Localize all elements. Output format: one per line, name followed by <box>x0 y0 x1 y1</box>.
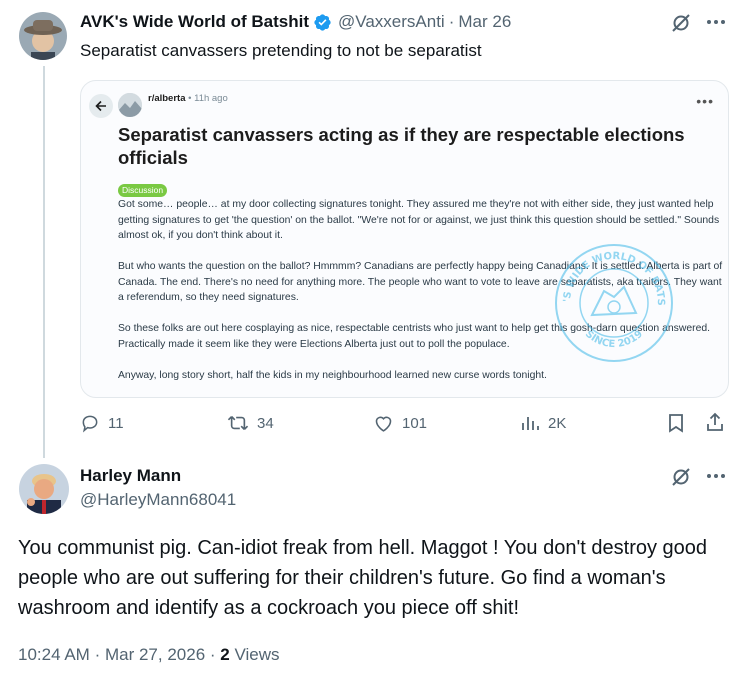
watermark-seal: AVK'S WIDE WORLD OF BATSHIT SINCE 2019 <box>552 241 673 362</box>
repost-button[interactable]: 34 <box>227 413 274 433</box>
avatar[interactable] <box>19 464 69 514</box>
tweet-meta: 10:24 AM · Mar 27, 2026 · 2 Views <box>18 645 280 665</box>
avatar-image <box>19 12 67 60</box>
thread-connector-line <box>43 66 45 458</box>
handle[interactable]: @VaxxersAnti <box>338 12 445 32</box>
grok-icon[interactable] <box>670 466 692 493</box>
display-name[interactable]: AVK's Wide World of Batshit <box>80 12 309 32</box>
repost-count: 34 <box>257 414 274 432</box>
post-paragraph: Anyway, long story short, half the kids … <box>118 369 547 381</box>
share-icon[interactable] <box>705 412 725 437</box>
reply-icon <box>82 415 98 433</box>
views-label: Views <box>234 645 280 664</box>
tweet-header: AVK's Wide World of Batshit @VaxxersAnti… <box>80 12 511 32</box>
svg-text:AVK'S WIDE WORLD OF BATSHIT: AVK'S WIDE WORLD OF BATSHIT <box>552 241 666 306</box>
grok-icon[interactable] <box>670 12 692 39</box>
avatar-image <box>19 464 69 514</box>
views-button[interactable]: 2K <box>520 413 566 433</box>
post-more-icon: ••• <box>696 93 714 109</box>
reply-button[interactable]: 11 <box>80 413 124 433</box>
heart-icon <box>375 416 392 432</box>
like-count: 101 <box>402 414 428 432</box>
post-date[interactable]: Mar 27, 2026 <box>105 645 205 664</box>
avatar[interactable] <box>19 12 67 60</box>
more-options-icon[interactable] <box>706 468 726 489</box>
post-time[interactable]: 10:24 AM <box>18 645 90 664</box>
separator-dot: · <box>209 645 216 664</box>
like-button[interactable]: 101 <box>373 413 427 433</box>
post-paragraph: Got some… people… at my door collecting … <box>118 199 720 241</box>
post-time: 11h ago <box>194 93 228 104</box>
views-count: 2K <box>548 414 567 432</box>
timestamp[interactable]: Mar 26 <box>458 12 511 32</box>
reply-count: 11 <box>108 414 124 432</box>
views-bar-chart-icon <box>522 417 539 430</box>
separator-dot: · <box>448 12 455 31</box>
reply-text: You communist pig. Can-idiot freak from … <box>18 537 708 619</box>
handle[interactable]: @HarleyMann68041 <box>80 490 236 510</box>
repost-icon <box>227 416 249 430</box>
svg-text:SINCE 2019: SINCE 2019 <box>583 329 645 351</box>
verified-badge-icon <box>313 13 332 32</box>
separator-dot: · <box>94 645 101 664</box>
tweet-text: Separatist canvassers pretending to not … <box>80 41 482 60</box>
more-options-icon[interactable] <box>706 14 726 35</box>
flair-badge: Discussion <box>118 184 168 197</box>
back-arrow-icon <box>89 94 113 118</box>
subreddit-line: r/alberta • 11h ago <box>148 93 228 104</box>
subreddit-name: r/alberta <box>148 93 186 104</box>
subreddit-avatar <box>118 93 142 117</box>
views-count: 2 <box>220 645 230 664</box>
post-title: Separatist canvassers acting as if they … <box>118 124 685 168</box>
display-name[interactable]: Harley Mann <box>80 466 181 486</box>
tweet-media-card[interactable]: r/alberta • 11h ago ••• Separatist canva… <box>80 80 729 398</box>
bookmark-icon[interactable] <box>666 413 686 438</box>
